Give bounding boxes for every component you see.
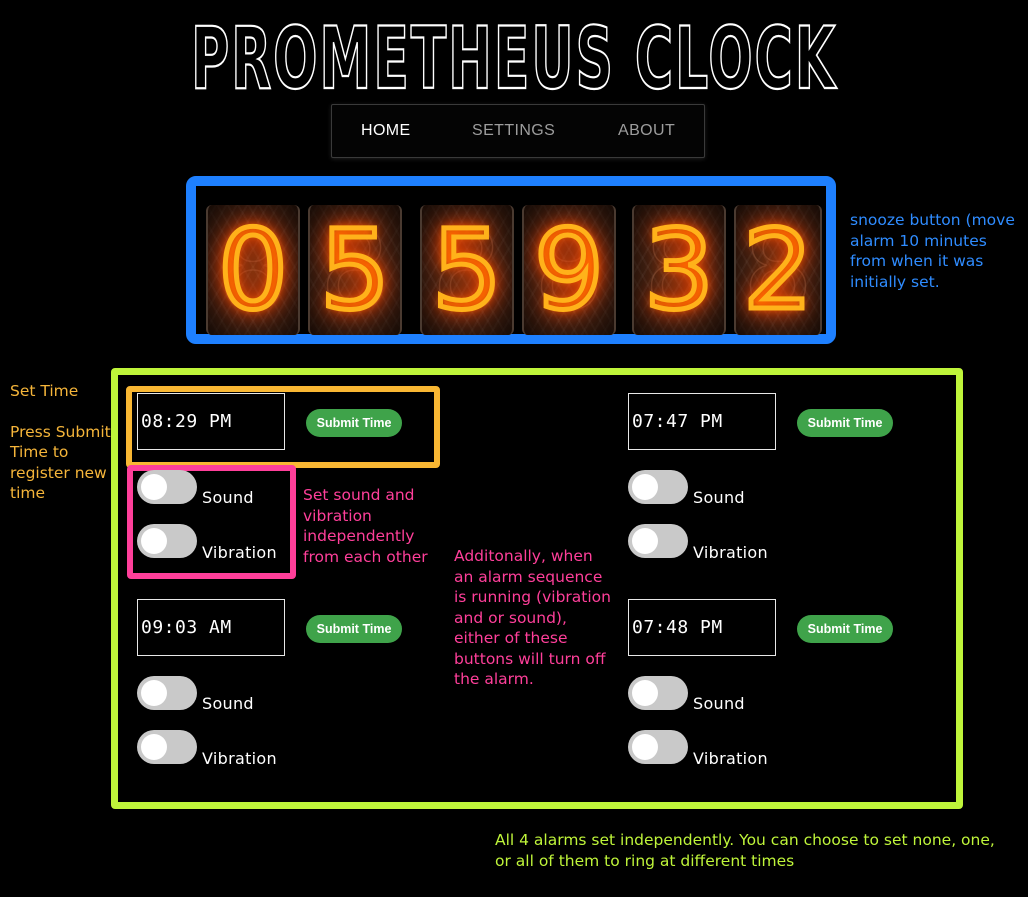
nixie-digit: 2 [741, 206, 816, 334]
nav-home[interactable]: HOME [361, 122, 411, 140]
alarm-2-submit-button[interactable]: Submit Time [797, 409, 893, 437]
toggle-knob [632, 528, 658, 554]
main-nav: HOME SETTINGS ABOUT [331, 104, 705, 158]
alarm-4-sound-label: Sound [693, 694, 745, 713]
alarm-1-submit-button[interactable]: Submit Time [306, 409, 402, 437]
alarm-4-sound-toggle[interactable] [628, 676, 688, 710]
nav-settings[interactable]: SETTINGS [472, 122, 555, 140]
toggle-knob [632, 680, 658, 706]
set-time-annotation: Set Time Press Submit Time to register n… [10, 381, 125, 504]
nixie-clock-snooze-button[interactable]: 8 0 8 5 8 5 8 9 8 3 8 2 [186, 176, 836, 344]
sound-vibration-annotation: Set sound and vibration independently fr… [303, 486, 428, 566]
set-time-annotation-title: Set Time [10, 382, 79, 400]
alarm-1-sound-label: Sound [202, 488, 254, 507]
nixie-digit: 9 [532, 206, 607, 334]
toggle-knob [141, 680, 167, 706]
nixie-digit: 3 [642, 206, 717, 334]
alarm-3-time-input[interactable] [137, 599, 285, 656]
toggle-knob [141, 734, 167, 760]
alarm-2-sound-toggle[interactable] [628, 470, 688, 504]
alarm-3-vibration-toggle[interactable] [137, 730, 197, 764]
alarm-1-vibration-label: Vibration [202, 543, 277, 562]
alarm-4-time-input[interactable] [628, 599, 776, 656]
toggle-knob [141, 528, 167, 554]
alarm-1-sound-toggle[interactable] [137, 470, 197, 504]
alarm-1-time-input[interactable] [137, 393, 285, 450]
alarm-4-vibration-label: Vibration [693, 749, 768, 768]
alarm-4-vibration-toggle[interactable] [628, 730, 688, 764]
nixie-tube-second-ones: 8 2 [734, 205, 822, 335]
toggle-knob [141, 474, 167, 500]
alarm-stop-annotation: Additonally, when an alarm sequence is r… [454, 547, 611, 688]
alarm-2-time-input[interactable] [628, 393, 776, 450]
alarm-4-submit-button[interactable]: Submit Time [797, 615, 893, 643]
alarm-1-vibration-toggle[interactable] [137, 524, 197, 558]
nav-about[interactable]: ABOUT [618, 122, 675, 140]
nixie-tube-second-tens: 8 3 [632, 205, 726, 335]
page-title: PROMETHEUS CLOCK [190, 8, 837, 98]
alarm-3-sound-toggle[interactable] [137, 676, 197, 710]
alarm-2-vibration-toggle[interactable] [628, 524, 688, 558]
alarm-3-sound-label: Sound [202, 694, 254, 713]
nixie-digit: 5 [318, 206, 393, 334]
alarm-3-vibration-label: Vibration [202, 749, 277, 768]
nixie-digit: 0 [216, 206, 291, 334]
nixie-tube-hour-ones: 8 5 [308, 205, 402, 335]
page-title-text: PROMETHEUS CLOCK [191, 9, 837, 98]
alarm-2-vibration-label: Vibration [693, 543, 768, 562]
toggle-knob [632, 734, 658, 760]
toggle-knob [632, 474, 658, 500]
nixie-tube-minute-ones: 8 9 [522, 205, 616, 335]
nixie-tube-hour-tens: 8 0 [206, 205, 300, 335]
snooze-annotation: snooze button (move alarm 10 minutes fro… [850, 211, 1015, 291]
all-alarms-annotation: All 4 alarms set independently. You can … [495, 831, 995, 870]
alarm-3-submit-button[interactable]: Submit Time [306, 615, 402, 643]
alarm-2-sound-label: Sound [693, 488, 745, 507]
nixie-digit: 5 [430, 206, 505, 334]
set-time-annotation-body: Press Submit Time to register new time [10, 422, 111, 503]
nixie-tube-minute-tens: 8 5 [420, 205, 514, 335]
